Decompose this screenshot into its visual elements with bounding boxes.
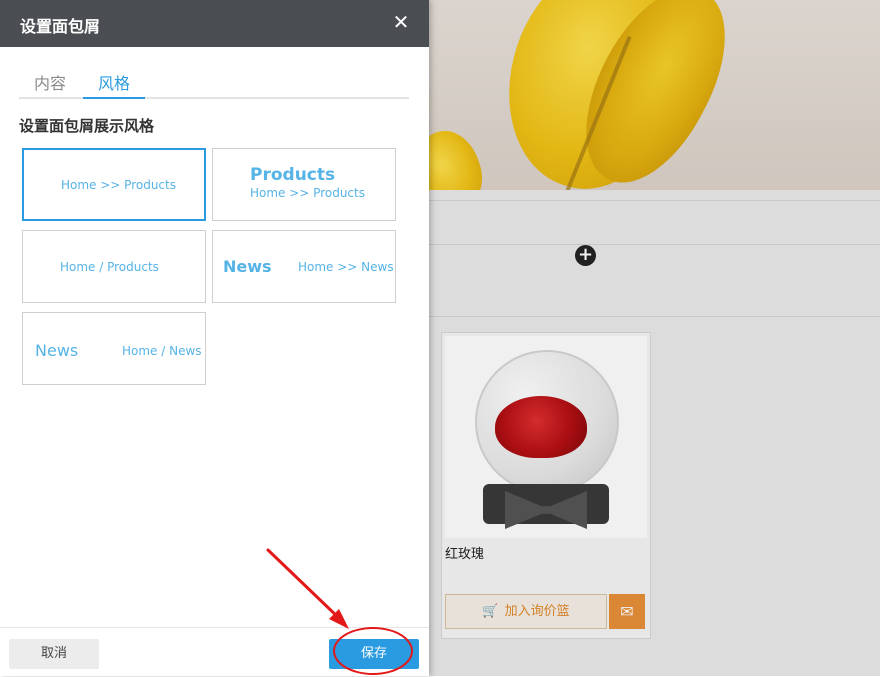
tab-style[interactable]: 风格 [83, 70, 145, 99]
style-preview-title: News [223, 257, 272, 276]
style-preview-title: News [35, 341, 79, 360]
style-option-2[interactable]: Products Home >> Products [212, 148, 396, 221]
style-preview-text: Home >> News [298, 260, 394, 274]
cancel-button[interactable]: 取消 [9, 639, 99, 669]
style-preview-text: Home >> Products [250, 186, 365, 200]
breadcrumb-settings-dialog: 设置面包屑 ✕ 内容 风格 设置面包屑展示风格 Home >> Products… [0, 0, 429, 676]
tab-content[interactable]: 内容 [33, 70, 67, 97]
style-preview-text: Home >> Products [61, 178, 176, 192]
dialog-tabs: 内容 风格 [19, 66, 409, 99]
section-label: 设置面包屑展示风格 [19, 117, 155, 135]
style-preview-title: Products [250, 165, 336, 185]
style-option-3[interactable]: Home / Products [22, 230, 206, 303]
style-option-4[interactable]: News Home >> News [212, 230, 396, 303]
style-preview-text: Home / Products [60, 260, 159, 274]
dialog-header: 设置面包屑 ✕ [0, 0, 429, 47]
dialog-title: 设置面包屑 [20, 17, 101, 36]
style-preview-text: Home / News [122, 344, 202, 358]
annotation-highlight-ellipse [333, 627, 413, 675]
close-icon[interactable]: ✕ [390, 10, 412, 34]
style-option-1[interactable]: Home >> Products [22, 148, 206, 221]
style-option-5[interactable]: News Home / News [22, 312, 206, 385]
